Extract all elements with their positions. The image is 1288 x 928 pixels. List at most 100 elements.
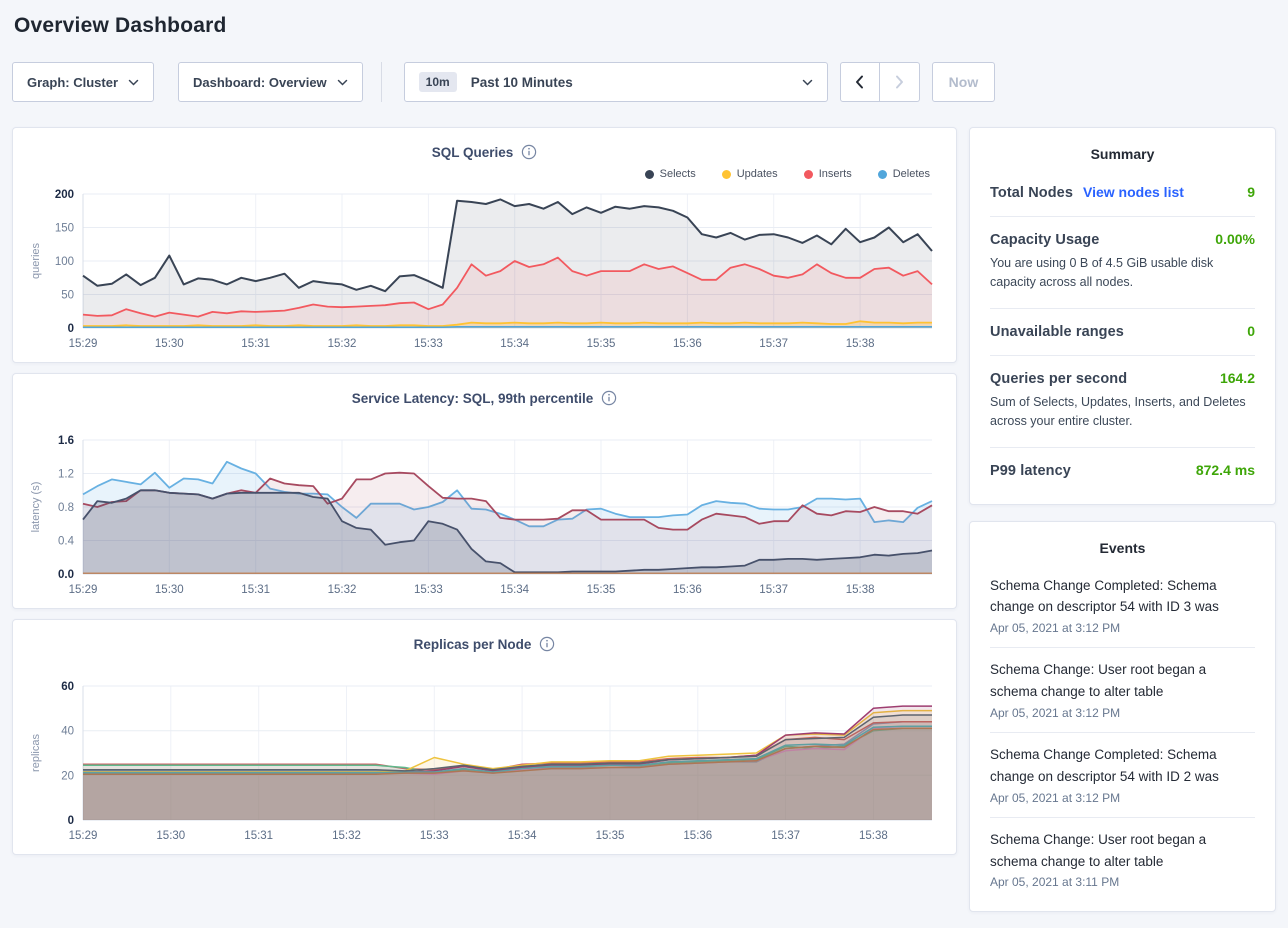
svg-text:15:30: 15:30 xyxy=(156,830,185,842)
info-icon[interactable] xyxy=(601,390,617,406)
event-timestamp: Apr 05, 2021 at 3:12 PM xyxy=(990,706,1255,720)
summary-panel: Summary Total Nodes View nodes list 9 Ca… xyxy=(969,127,1276,505)
svg-text:0: 0 xyxy=(68,323,74,335)
svg-text:15:29: 15:29 xyxy=(69,830,98,842)
summary-label: P99 latency xyxy=(990,463,1071,479)
svg-text:15:35: 15:35 xyxy=(587,584,616,596)
sql-queries-chart[interactable]: 05010015020015:2915:3015:3115:3215:3315:… xyxy=(25,186,944,354)
event-item: Schema Change Completed: Schema change o… xyxy=(990,564,1255,649)
service-latency-card: Service Latency: SQL, 99th percentile 0.… xyxy=(12,373,957,609)
legend-item-deletes[interactable]: Deletes xyxy=(878,168,930,180)
legend-item-inserts[interactable]: Inserts xyxy=(804,168,852,180)
graph-dropdown[interactable]: Graph: Cluster xyxy=(12,62,154,102)
svg-text:1.6: 1.6 xyxy=(58,435,74,447)
summary-row-queries-per-second: Queries per second 164.2 Sum of Selects,… xyxy=(990,356,1255,448)
svg-text:40: 40 xyxy=(61,726,74,738)
event-timestamp: Apr 05, 2021 at 3:12 PM xyxy=(990,791,1255,805)
event-text: Schema Change Completed: Schema change o… xyxy=(990,575,1255,619)
event-item: Schema Change: User root began a schema … xyxy=(990,648,1255,733)
graph-dropdown-label: Graph: Cluster xyxy=(27,75,118,90)
info-icon[interactable] xyxy=(539,636,555,652)
sidebar-column: Summary Total Nodes View nodes list 9 Ca… xyxy=(969,127,1276,928)
legend-label: Deletes xyxy=(893,168,930,180)
events-title: Events xyxy=(990,540,1255,556)
svg-text:15:38: 15:38 xyxy=(859,830,888,842)
view-nodes-list-link[interactable]: View nodes list xyxy=(1083,184,1184,200)
svg-text:15:34: 15:34 xyxy=(500,338,529,350)
service-latency-chart[interactable]: 0.00.40.81.21.615:2915:3015:3115:3215:33… xyxy=(25,432,944,600)
summary-row-p99-latency: P99 latency 872.4 ms xyxy=(990,448,1255,494)
chevron-down-icon xyxy=(128,79,139,86)
chart-title-row: Replicas per Node xyxy=(25,634,944,654)
svg-text:15:35: 15:35 xyxy=(596,830,625,842)
svg-text:15:37: 15:37 xyxy=(759,338,788,350)
svg-text:15:36: 15:36 xyxy=(673,584,702,596)
main-content: SQL Queries Selects Updates Inserts Dele… xyxy=(12,127,1276,928)
svg-text:0.0: 0.0 xyxy=(58,569,74,581)
svg-text:15:36: 15:36 xyxy=(683,830,712,842)
svg-text:15:33: 15:33 xyxy=(414,338,443,350)
chevron-down-icon xyxy=(337,79,348,86)
summary-row-capacity-usage: Capacity Usage 0.00% You are using 0 B o… xyxy=(990,217,1255,309)
svg-text:15:37: 15:37 xyxy=(759,584,788,596)
time-range-badge: 10m xyxy=(419,72,457,92)
dashboard-dropdown-label: Dashboard: Overview xyxy=(193,75,327,90)
svg-text:15:34: 15:34 xyxy=(508,830,537,842)
svg-text:15:37: 15:37 xyxy=(771,830,800,842)
summary-label: Total Nodes xyxy=(990,185,1073,201)
summary-value: 0.00% xyxy=(1215,231,1255,247)
svg-text:15:29: 15:29 xyxy=(69,584,98,596)
now-button[interactable]: Now xyxy=(932,62,996,102)
event-text: Schema Change: User root began a schema … xyxy=(990,659,1255,703)
summary-row-total-nodes: Total Nodes View nodes list 9 xyxy=(990,170,1255,217)
legend-dot xyxy=(722,170,731,179)
toolbar-divider xyxy=(381,62,382,102)
legend-dot xyxy=(878,170,887,179)
svg-text:15:30: 15:30 xyxy=(155,584,184,596)
svg-text:150: 150 xyxy=(55,223,74,235)
svg-text:200: 200 xyxy=(55,189,74,201)
svg-text:15:29: 15:29 xyxy=(69,338,98,350)
legend-dot xyxy=(645,170,654,179)
svg-text:0.8: 0.8 xyxy=(58,502,74,514)
replicas-per-node-chart[interactable]: 020406015:2915:3015:3115:3215:3315:3415:… xyxy=(25,678,944,846)
next-range-button[interactable] xyxy=(880,62,920,102)
summary-note: You are using 0 B of 4.5 GiB usable disk… xyxy=(990,254,1255,293)
svg-text:queries: queries xyxy=(30,242,42,279)
svg-text:15:33: 15:33 xyxy=(420,830,449,842)
svg-text:60: 60 xyxy=(61,681,74,693)
svg-text:15:38: 15:38 xyxy=(846,584,875,596)
legend-spacer xyxy=(25,408,944,432)
summary-value: 164.2 xyxy=(1220,370,1255,386)
svg-text:15:35: 15:35 xyxy=(587,338,616,350)
chart-title: Service Latency: SQL, 99th percentile xyxy=(352,391,594,406)
svg-text:20: 20 xyxy=(61,770,74,782)
svg-text:15:33: 15:33 xyxy=(414,584,443,596)
time-range-selector[interactable]: 10m Past 10 Minutes xyxy=(404,62,828,102)
prev-range-button[interactable] xyxy=(840,62,880,102)
time-step-group xyxy=(840,62,920,102)
chart-title: SQL Queries xyxy=(432,145,514,160)
svg-text:15:30: 15:30 xyxy=(155,338,184,350)
chevron-right-icon xyxy=(895,75,904,89)
sql-queries-card: SQL Queries Selects Updates Inserts Dele… xyxy=(12,127,957,363)
replicas-per-node-card: Replicas per Node 020406015:2915:3015:31… xyxy=(12,619,957,855)
now-button-label: Now xyxy=(949,74,979,90)
svg-text:15:32: 15:32 xyxy=(328,584,357,596)
summary-label: Capacity Usage xyxy=(990,232,1099,248)
legend-item-updates[interactable]: Updates xyxy=(722,168,778,180)
event-item: Schema Change Completed: Schema change o… xyxy=(990,733,1255,818)
legend-item-selects[interactable]: Selects xyxy=(645,168,696,180)
summary-title: Summary xyxy=(990,146,1255,162)
svg-text:15:34: 15:34 xyxy=(500,584,529,596)
chart-title-row: Service Latency: SQL, 99th percentile xyxy=(25,388,944,408)
svg-text:latency (s): latency (s) xyxy=(30,482,42,533)
overview-dashboard-page: Overview Dashboard Graph: Cluster Dashbo… xyxy=(0,0,1288,928)
svg-text:replicas: replicas xyxy=(30,734,42,772)
svg-text:100: 100 xyxy=(55,256,74,268)
chart-title: Replicas per Node xyxy=(414,637,532,652)
dashboard-dropdown[interactable]: Dashboard: Overview xyxy=(178,62,363,102)
svg-text:1.2: 1.2 xyxy=(58,469,74,481)
info-icon[interactable] xyxy=(521,144,537,160)
chart-legend: Selects Updates Inserts Deletes xyxy=(25,162,944,186)
